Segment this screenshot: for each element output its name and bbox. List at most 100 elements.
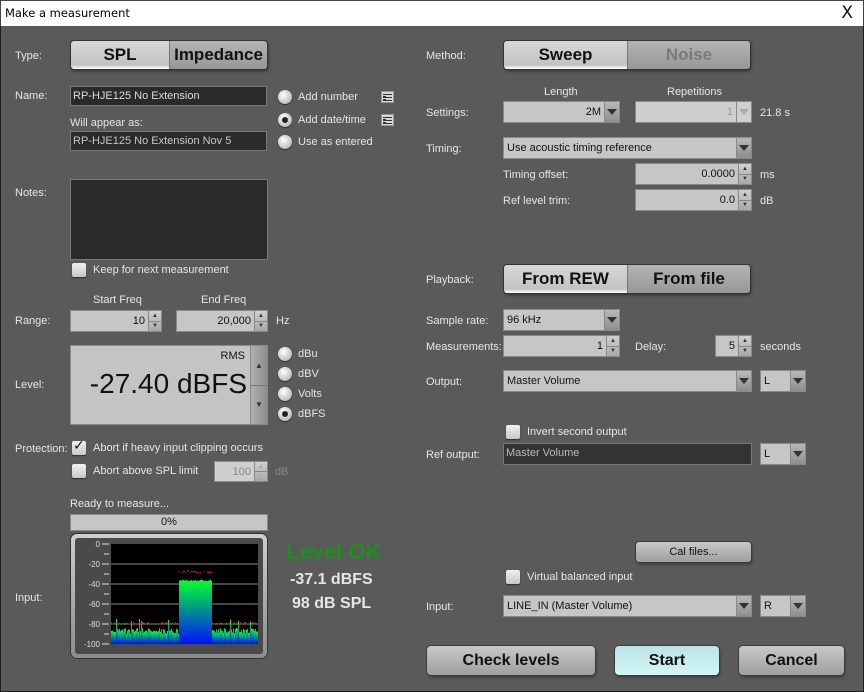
peak-marker	[210, 571, 211, 573]
spectrum-bar	[191, 579, 192, 644]
spin-down-icon[interactable]: ▼	[739, 173, 751, 185]
chevron-down-icon[interactable]	[736, 102, 751, 122]
spin-down-icon[interactable]: ▼	[739, 199, 751, 211]
chevron-down-icon[interactable]	[790, 371, 805, 391]
level-up-icon[interactable]: ▲	[251, 346, 267, 385]
level-down-icon[interactable]: ▼	[251, 384, 267, 425]
spectrum-bar	[178, 633, 179, 644]
invert-second-output-checkbox[interactable]: Invert second output	[506, 425, 627, 439]
add-number-radio[interactable]: Add number	[278, 90, 358, 104]
peak-marker	[222, 623, 223, 625]
input-meter-label: Input:	[15, 592, 43, 604]
spin-up-icon[interactable]: ▲	[739, 336, 751, 346]
start-freq-spinner[interactable]: 10 ▲ ▼	[70, 310, 162, 332]
spin-down-icon[interactable]: ▼	[739, 345, 751, 357]
peak-marker	[127, 622, 128, 624]
start-freq-value[interactable]: 10	[71, 311, 148, 331]
playback-rew-button[interactable]: From REW	[504, 265, 627, 293]
number-options-list-icon[interactable]	[381, 91, 394, 103]
cal-files-button[interactable]: Cal files...	[636, 542, 751, 562]
spin-up-icon[interactable]: ▲	[739, 190, 751, 200]
unit-dbv-radio[interactable]: dBV	[278, 367, 319, 381]
ref-output-channel-dropdown[interactable]: L	[760, 443, 806, 465]
add-datetime-radio[interactable]: Add date/time	[278, 113, 366, 127]
datetime-options-list-icon[interactable]	[381, 114, 394, 126]
chevron-down-icon[interactable]	[604, 102, 619, 122]
spl-limit-value[interactable]: 100	[215, 462, 254, 481]
spl-limit-spinner[interactable]: 100 ▲ ▼	[214, 461, 268, 482]
timing-offset-spinner[interactable]: 0.0000 ▲ ▼	[635, 163, 752, 185]
chevron-down-icon[interactable]	[790, 596, 805, 616]
cancel-button[interactable]: Cancel	[739, 646, 844, 675]
name-input[interactable]: RP-HJE125 No Extension	[70, 86, 267, 106]
meter-tick-label: 0	[96, 540, 101, 549]
length-dropdown[interactable]: 2M	[503, 101, 620, 123]
timing-offset-value[interactable]: 0.0000	[636, 164, 738, 184]
delay-value[interactable]: 5	[716, 336, 738, 356]
chevron-down-icon[interactable]	[604, 310, 619, 330]
ref-level-trim-value[interactable]: 0.0	[636, 190, 738, 210]
peak-marker	[209, 571, 210, 573]
chevron-down-icon[interactable]	[736, 596, 751, 616]
peak-marker	[162, 622, 163, 624]
spectrum-bar	[174, 633, 175, 644]
virtual-balanced-checkbox[interactable]: Virtual balanced input	[506, 570, 633, 584]
spin-down-icon[interactable]: ▼	[255, 471, 267, 481]
spectrum-bar	[158, 631, 159, 644]
spin-down-icon[interactable]: ▼	[607, 345, 619, 357]
level-spinner[interactable]: RMS -27.40 dBFS ▲ ▼	[70, 345, 268, 425]
input-device-dropdown[interactable]: LINE_IN (Master Volume)	[503, 595, 752, 617]
sample-rate-dropdown[interactable]: 96 kHz	[503, 309, 620, 331]
spectrum-bar	[215, 632, 216, 644]
use-as-entered-radio[interactable]: Use as entered	[278, 135, 373, 149]
start-button[interactable]: Start	[615, 646, 719, 675]
spectrum-bar	[229, 630, 230, 644]
input-channel-dropdown[interactable]: R	[760, 595, 806, 617]
spectrum-bar	[239, 632, 240, 644]
spectrum-bar	[157, 631, 158, 644]
spin-up-icon[interactable]: ▲	[607, 336, 619, 346]
spectrum-bar	[226, 632, 227, 644]
unit-dbfs-radio[interactable]: dBFS	[278, 407, 326, 421]
close-icon[interactable]: X	[841, 3, 853, 23]
chevron-down-icon[interactable]	[736, 138, 751, 158]
check-levels-button[interactable]: Check levels	[427, 646, 595, 675]
ref-level-trim-spinner[interactable]: 0.0 ▲ ▼	[635, 189, 752, 211]
keep-notes-checkbox[interactable]: Keep for next measurement	[72, 263, 229, 277]
spin-down-icon[interactable]: ▼	[255, 320, 267, 332]
type-impedance-button[interactable]: Impedance	[169, 41, 267, 69]
method-noise-button[interactable]: Noise	[627, 41, 750, 69]
abort-clipping-checkbox[interactable]: Abort if heavy input clipping occurs	[72, 438, 263, 455]
spin-up-icon[interactable]: ▲	[739, 164, 751, 174]
meter-tick-label: -20	[88, 560, 100, 569]
chevron-down-icon[interactable]	[736, 371, 751, 391]
end-freq-value[interactable]: 20,000	[177, 311, 254, 331]
output-device-dropdown[interactable]: Master Volume	[503, 370, 752, 392]
abort-spl-checkbox[interactable]: Abort above SPL limit	[72, 464, 198, 478]
spectrum-bar	[232, 632, 233, 644]
repetitions-dropdown[interactable]: 1	[635, 101, 752, 123]
unit-dbu-radio[interactable]: dBu	[278, 347, 318, 361]
peak-marker	[244, 622, 245, 624]
spin-up-icon[interactable]: ▲	[149, 311, 161, 321]
output-channel-dropdown[interactable]: L	[760, 370, 806, 392]
delay-spinner[interactable]: 5 ▲ ▼	[715, 335, 752, 357]
radio-indicator	[278, 90, 292, 104]
peak-marker	[144, 622, 145, 624]
spin-up-icon[interactable]: ▲	[255, 462, 267, 471]
measurements-spinner[interactable]: 1 ▲ ▼	[503, 335, 620, 357]
unit-volts-radio[interactable]: Volts	[278, 387, 322, 401]
end-freq-spinner[interactable]: 20,000 ▲ ▼	[176, 310, 268, 332]
playback-file-button[interactable]: From file	[627, 265, 750, 293]
spin-down-icon[interactable]: ▼	[149, 320, 161, 332]
chevron-down-icon[interactable]	[790, 444, 805, 464]
method-sweep-button[interactable]: Sweep	[504, 41, 627, 69]
timing-dropdown[interactable]: Use acoustic timing reference	[503, 137, 752, 159]
peak-marker	[153, 623, 154, 625]
spin-up-icon[interactable]: ▲	[255, 311, 267, 321]
timing-offset-unit: ms	[760, 169, 775, 181]
notes-textarea[interactable]	[70, 179, 268, 260]
level-value[interactable]: -27.40 dBFS	[90, 368, 247, 400]
measurements-value[interactable]: 1	[504, 336, 606, 356]
type-spl-button[interactable]: SPL	[71, 41, 169, 69]
